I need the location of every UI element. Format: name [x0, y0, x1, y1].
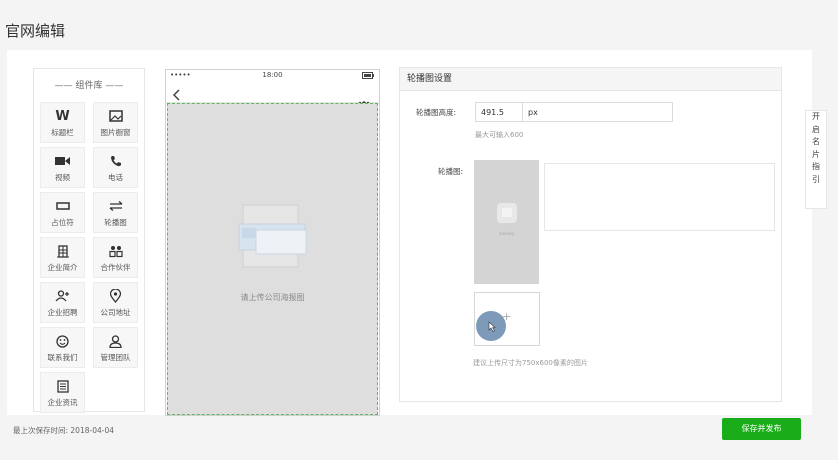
placeholder-icon: [41, 197, 84, 215]
save-publish-button[interactable]: 保存并发布: [722, 418, 801, 440]
phone-nav-bar: [166, 82, 379, 105]
loading-image-icon: [497, 203, 517, 223]
smile-icon: [41, 332, 84, 350]
status-time: 18:00: [262, 71, 283, 79]
component-recruitment[interactable]: 企业招聘: [40, 282, 85, 323]
image-icon: [94, 107, 137, 125]
team-icon: [94, 332, 137, 350]
video-icon: [41, 152, 84, 170]
phone-preview: ••••• 18:00 请上传公司海报图: [165, 69, 380, 416]
building-icon: [41, 242, 84, 260]
component-partners[interactable]: 合作伙伴: [93, 237, 138, 278]
add-user-icon: [41, 287, 84, 305]
last-save-time: 最上次保存时间: 2018-04-04: [13, 426, 114, 435]
news-icon: [41, 377, 84, 395]
height-input[interactable]: 491.5: [475, 102, 523, 122]
partners-icon: [94, 242, 137, 260]
height-unit: px: [523, 102, 673, 122]
slide-preview-area: [544, 163, 775, 231]
settings-header: 轮播图设置: [400, 68, 781, 91]
component-title-bar[interactable]: W 标题栏: [40, 102, 85, 143]
page-title: 官网编辑: [5, 22, 66, 40]
component-company-address[interactable]: 公司地址: [93, 282, 138, 323]
component-carousel[interactable]: 轮播图: [93, 192, 138, 233]
carousel-canvas[interactable]: 请上传公司海报图: [167, 103, 378, 415]
component-company-intro[interactable]: 企业简介: [40, 237, 85, 278]
location-icon: [94, 287, 137, 305]
component-contact-us[interactable]: 联系我们: [40, 327, 85, 368]
size-hint: 建议上传尺寸为750x600像素的图片: [473, 359, 588, 367]
card-guide-tab[interactable]: 开 启 名 片 指 引: [805, 110, 827, 209]
component-palette: —— 组件库 —— W 标题栏 图片橱窗 视频 电话 占位符 轮播图 企业简介 …: [33, 68, 145, 413]
carousel-slide-thumb[interactable]: loading: [474, 160, 539, 284]
component-management-team[interactable]: 管理团队: [93, 327, 138, 368]
height-label: 轮播图高度:: [416, 108, 457, 117]
add-slide-button[interactable]: +: [474, 292, 540, 346]
height-hint: 最大可输入600: [475, 131, 524, 139]
component-phone[interactable]: 电话: [93, 147, 138, 188]
phone-icon: [94, 152, 137, 170]
phone-status-bar: ••••• 18:00: [166, 70, 379, 82]
component-video[interactable]: 视频: [40, 147, 85, 188]
carousel-icon: [94, 197, 137, 215]
thumb-caption: loading: [499, 231, 514, 236]
carousel-label: 轮播图:: [438, 167, 464, 176]
battery-icon: [362, 72, 374, 81]
settings-panel: 轮播图设置 轮播图高度: 491.5 px 最大可输入600 轮播图: load…: [399, 67, 782, 402]
upload-hint: 请上传公司海报图: [240, 293, 305, 302]
palette-title: —— 组件库 ——: [54, 81, 124, 91]
component-company-news[interactable]: 企业资讯: [40, 372, 85, 413]
cursor-icon: [488, 321, 496, 335]
title-bar-icon: W: [55, 108, 70, 124]
image-placeholder-icon: [238, 204, 307, 268]
component-placeholder[interactable]: 占位符: [40, 192, 85, 233]
component-image-showcase[interactable]: 图片橱窗: [93, 102, 138, 143]
